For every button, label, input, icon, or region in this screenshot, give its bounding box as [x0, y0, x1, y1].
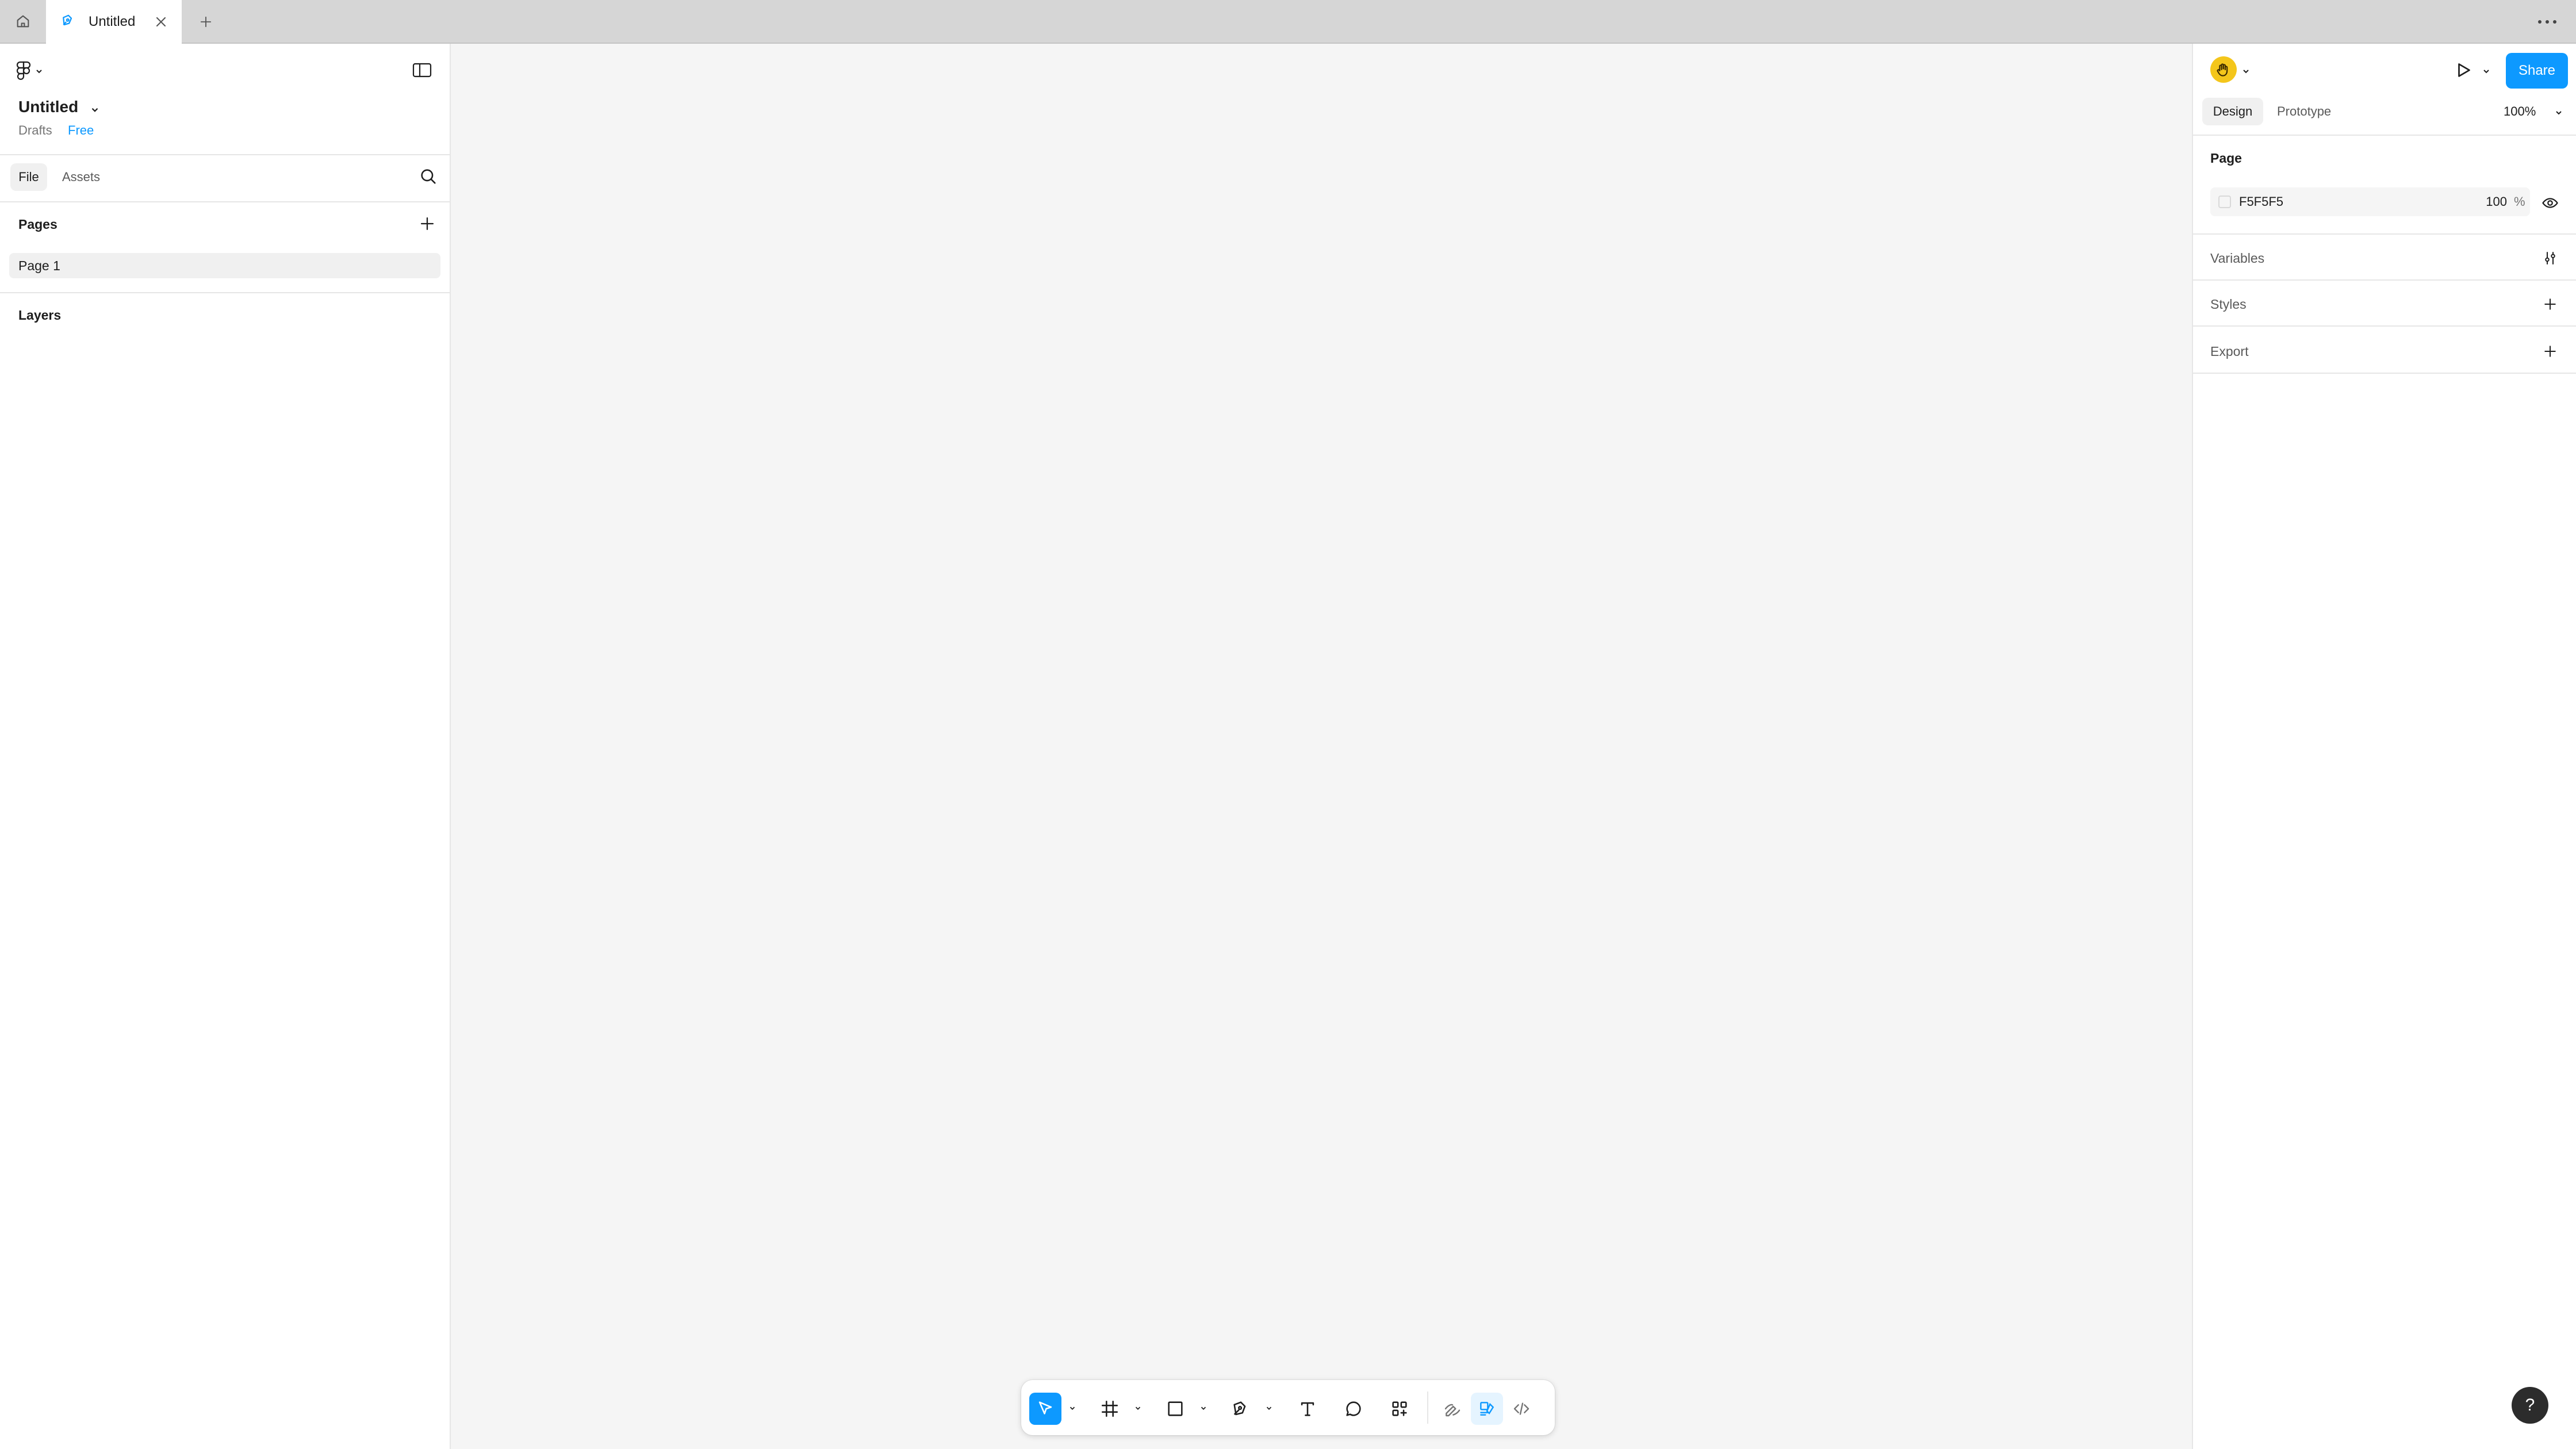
tab-assets[interactable]: Assets [62, 163, 100, 191]
code-icon [1513, 1402, 1529, 1415]
right-panel: Share Design Prototype 100% Page F5F5F5 … [2192, 44, 2576, 1449]
export-label: Export [2210, 344, 2249, 359]
toggle-sidebar-button[interactable] [412, 61, 432, 79]
frame-icon [1101, 1400, 1118, 1417]
present-play-icon[interactable] [2453, 60, 2474, 80]
chevron-down-icon[interactable] [2482, 67, 2491, 76]
more-icon [2538, 20, 2556, 24]
frame-tool-button[interactable] [1094, 1393, 1126, 1425]
close-icon[interactable] [153, 14, 169, 30]
pen-tool-button[interactable] [1225, 1393, 1257, 1425]
page-item-page-1[interactable]: Page 1 [9, 253, 440, 278]
rectangle-icon [1168, 1401, 1183, 1416]
new-tab-button[interactable] [193, 9, 218, 34]
zoom-dropdown[interactable]: 100% [2504, 98, 2536, 125]
left-panel: Untitled Drafts Free File Assets Pages P… [0, 44, 451, 1449]
chevron-down-icon [36, 70, 42, 74]
cursor-icon [1038, 1401, 1052, 1414]
hand-avatar-icon [2217, 63, 2228, 76]
home-icon [17, 15, 29, 28]
styles-section[interactable]: Styles [2193, 281, 2576, 327]
user-avatar[interactable] [2210, 56, 2237, 83]
eye-icon[interactable] [2542, 194, 2559, 212]
dev-mode-button[interactable] [1505, 1393, 1538, 1425]
plan-badge[interactable]: Free [68, 123, 94, 138]
figma-logo-icon [16, 61, 31, 80]
variables-section[interactable]: Variables [2193, 235, 2576, 281]
add-page-icon[interactable] [417, 214, 437, 233]
background-opacity-input[interactable]: 100 [2469, 187, 2507, 216]
pages-heading: Pages [18, 217, 57, 232]
chevron-down-icon[interactable] [1265, 1404, 1273, 1412]
layers-heading: Layers [18, 308, 62, 323]
main-menu-button[interactable] [16, 60, 44, 83]
tab-prototype[interactable]: Prototype [2277, 98, 2331, 125]
text-tool-button[interactable] [1291, 1393, 1324, 1425]
pen-icon [1233, 1401, 1246, 1416]
draw-mode-button[interactable] [1436, 1393, 1469, 1425]
percent-label: % [2514, 194, 2525, 209]
tab-untitled[interactable]: Untitled [46, 0, 182, 44]
styles-label: Styles [2210, 297, 2247, 312]
divider [0, 201, 450, 202]
components-icon [1392, 1401, 1407, 1416]
divider [0, 292, 450, 293]
home-button[interactable] [0, 0, 46, 43]
chevron-down-icon[interactable] [1134, 1404, 1142, 1412]
tab-title: Untitled [89, 14, 136, 29]
plus-icon[interactable] [2542, 296, 2559, 313]
file-name[interactable]: Untitled [18, 98, 78, 116]
comment-tool-button[interactable] [1337, 1393, 1370, 1425]
divider [0, 154, 450, 155]
chevron-down-icon[interactable] [2241, 67, 2251, 76]
plus-icon[interactable] [2542, 343, 2559, 360]
rectangle-tool-button[interactable] [1159, 1393, 1191, 1425]
tab-file[interactable]: File [10, 163, 47, 191]
plus-icon [200, 16, 212, 28]
chevron-down-icon[interactable] [2554, 108, 2563, 117]
move-tool-button[interactable] [1029, 1393, 1061, 1425]
more-options-button[interactable] [2530, 10, 2564, 33]
design-file-icon [63, 14, 72, 26]
variables-label: Variables [2210, 251, 2265, 266]
design-mode-button[interactable] [1471, 1393, 1503, 1425]
page-background-field[interactable]: F5F5F5 100 % [2210, 187, 2530, 216]
design-canvas[interactable] [451, 44, 2192, 1449]
adjust-icon[interactable] [2542, 250, 2559, 267]
chevron-down-icon[interactable] [1068, 1404, 1076, 1412]
export-section[interactable]: Export [2193, 328, 2576, 374]
share-button[interactable]: Share [2506, 53, 2568, 89]
help-button[interactable]: ? [2512, 1387, 2548, 1424]
tab-design[interactable]: Design [2202, 98, 2263, 125]
divider [2193, 135, 2576, 136]
app-tab-bar: Untitled [0, 0, 2576, 44]
page-section-title: Page [2210, 151, 2242, 166]
toolbar-divider [1427, 1392, 1428, 1424]
design-mode-icon [1480, 1402, 1494, 1416]
sidebar-icon [412, 63, 432, 78]
draw-mode-icon [1444, 1404, 1460, 1417]
comment-icon [1346, 1401, 1361, 1416]
file-location[interactable]: Drafts [18, 123, 52, 138]
actions-tool-button[interactable] [1383, 1393, 1416, 1425]
chevron-down-icon[interactable] [90, 105, 100, 115]
background-hex-input[interactable]: F5F5F5 [2239, 187, 2283, 216]
text-icon [1301, 1402, 1314, 1416]
background-color-swatch[interactable] [2218, 195, 2231, 208]
chevron-down-icon[interactable] [1199, 1404, 1208, 1412]
search-icon[interactable] [419, 167, 438, 186]
bottom-toolbar [1021, 1380, 1555, 1435]
